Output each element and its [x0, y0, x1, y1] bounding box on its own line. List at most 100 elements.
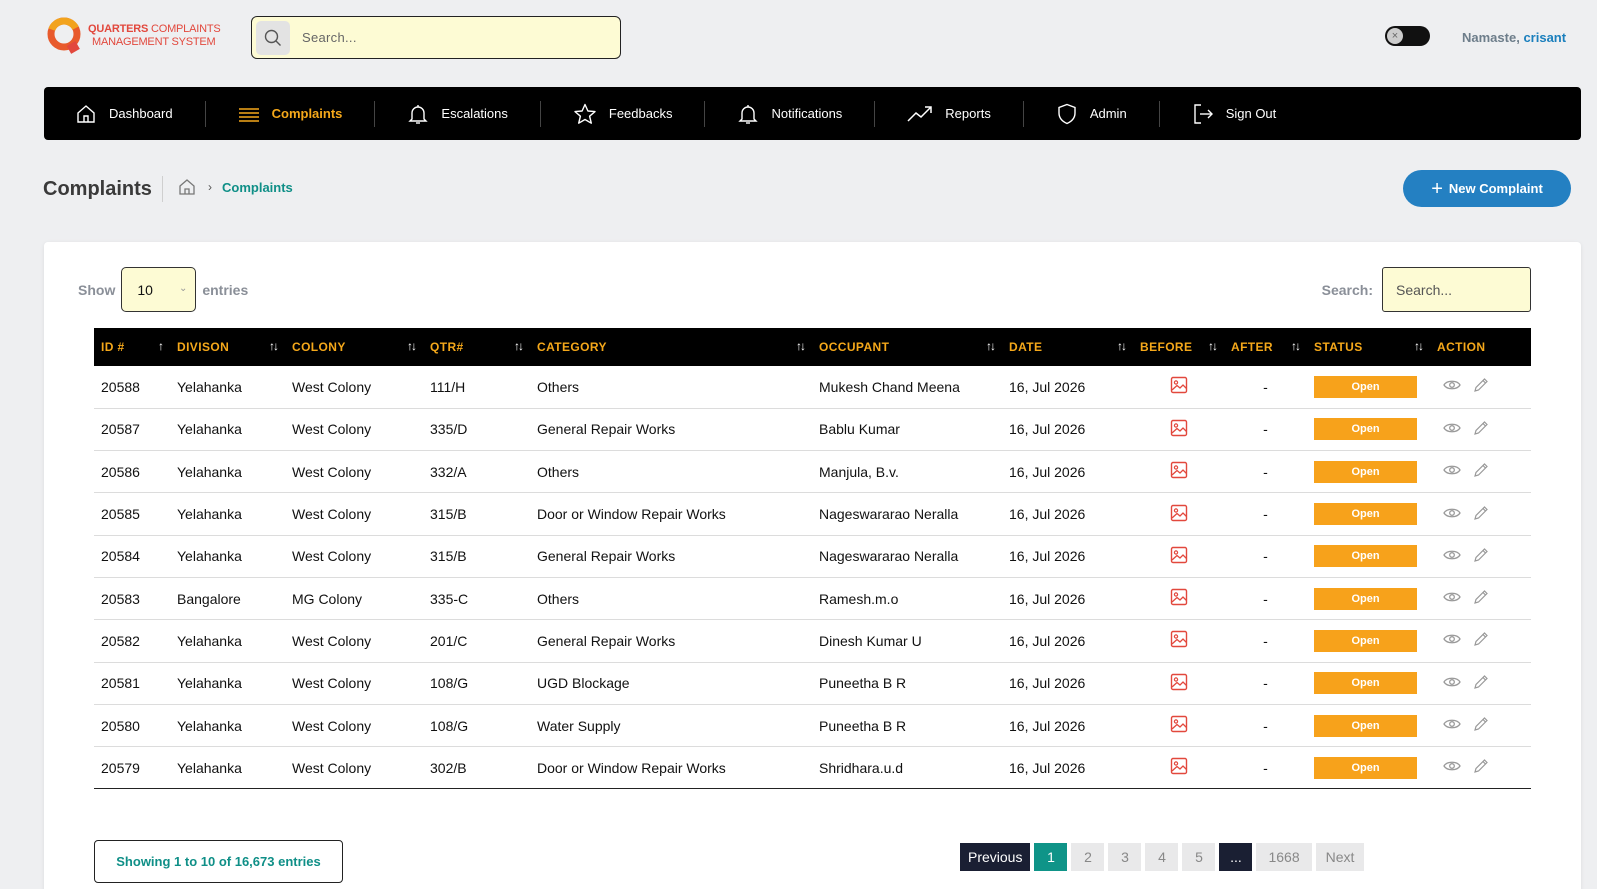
cell-after: -	[1224, 535, 1307, 578]
user-name[interactable]: crisant	[1523, 30, 1566, 45]
cell-id: 20581	[94, 662, 170, 705]
col-colony[interactable]: COLONY ↑↓	[285, 328, 423, 366]
cell-id: 20588	[94, 366, 170, 409]
view-icon[interactable]	[1443, 632, 1461, 649]
cell-occupant: Mukesh Chand Meena	[812, 366, 1002, 409]
new-complaint-button[interactable]: + New Complaint	[1403, 170, 1571, 207]
view-icon[interactable]	[1443, 548, 1461, 565]
cell-action	[1430, 535, 1531, 578]
image-icon[interactable]	[1170, 588, 1188, 609]
col-status[interactable]: STATUS ↑↓	[1307, 328, 1430, 366]
app-logo[interactable]: QUARTERS COMPLAINTS MANAGEMENT SYSTEM	[46, 17, 221, 55]
image-icon[interactable]	[1170, 630, 1188, 651]
col-division[interactable]: DIVISON ↑↓	[170, 328, 285, 366]
table-search-input[interactable]	[1382, 267, 1531, 312]
page-last[interactable]: 1668	[1256, 843, 1312, 871]
col-id[interactable]: ID # ↑	[94, 328, 170, 366]
image-icon[interactable]	[1170, 376, 1188, 397]
view-icon[interactable]	[1443, 463, 1461, 480]
edit-icon[interactable]	[1473, 505, 1489, 524]
user-greeting: Namaste, crisant	[1462, 30, 1567, 45]
status-badge: Open	[1314, 756, 1417, 779]
nav-admin[interactable]: Admin	[1024, 100, 1160, 127]
previous-button[interactable]: Previous	[960, 843, 1031, 871]
nav-notifications[interactable]: Notifications	[705, 100, 876, 127]
view-icon[interactable]	[1443, 421, 1461, 438]
cell-category: Water Supply	[530, 704, 812, 748]
col-before[interactable]: BEFORE ↑↓	[1133, 328, 1224, 366]
cell-action	[1430, 408, 1531, 452]
cell-occupant: Puneetha B R	[812, 662, 1002, 705]
sort-icon: ↑↓	[1291, 339, 1301, 353]
col-occupant[interactable]: OCCUPANT ↑↓	[812, 328, 1002, 366]
cell-date: 16, Jul 2026	[1002, 492, 1133, 536]
sort-icon: ↑↓	[514, 339, 524, 353]
table-search: Search:	[1322, 267, 1531, 312]
cell-date: 16, Jul 2026	[1002, 366, 1133, 409]
image-icon[interactable]	[1170, 419, 1188, 440]
cell-status: Open	[1307, 408, 1430, 452]
nav-dashboard[interactable]: Dashboard	[44, 100, 206, 127]
nav-escalations[interactable]: Escalations	[375, 100, 541, 127]
edit-icon[interactable]	[1473, 377, 1489, 396]
image-icon[interactable]	[1170, 504, 1188, 525]
view-icon[interactable]	[1443, 506, 1461, 523]
cell-colony: West Colony	[285, 662, 423, 705]
image-icon[interactable]	[1170, 757, 1188, 778]
home-icon[interactable]	[178, 178, 196, 196]
page-3[interactable]: 3	[1108, 843, 1142, 871]
table-row: 20584 Yelahanka West Colony 315/B Genera…	[94, 535, 1531, 578]
image-icon[interactable]	[1170, 461, 1188, 482]
edit-icon[interactable]	[1473, 674, 1489, 693]
image-icon[interactable]	[1170, 715, 1188, 736]
view-icon[interactable]	[1443, 675, 1461, 692]
col-action: ACTION	[1437, 340, 1486, 354]
nav-feedbacks[interactable]: Feedbacks	[541, 100, 706, 127]
cell-category: Door or Window Repair Works	[530, 746, 812, 790]
cell-division: Yelahanka	[170, 450, 285, 494]
search-icon[interactable]	[256, 20, 290, 55]
cell-category: Door or Window Repair Works	[530, 492, 812, 536]
edit-icon[interactable]	[1473, 631, 1489, 650]
logo-text: QUARTERS COMPLAINTS MANAGEMENT SYSTEM	[88, 23, 221, 48]
cell-occupant: Ramesh.m.o	[812, 577, 1002, 621]
image-icon[interactable]	[1170, 673, 1188, 694]
edit-icon[interactable]	[1473, 547, 1489, 566]
cell-occupant: Nageswararao Neralla	[812, 492, 1002, 536]
cell-date: 16, Jul 2026	[1002, 535, 1133, 578]
col-qtr[interactable]: QTR# ↑↓	[423, 328, 530, 366]
nav-reports[interactable]: Reports	[875, 100, 1024, 127]
cell-occupant: Nageswararao Neralla	[812, 535, 1002, 578]
nav-sign-out[interactable]: Sign Out	[1160, 101, 1309, 127]
bell-icon	[408, 104, 429, 124]
page-1[interactable]: 1	[1034, 843, 1068, 871]
sort-icon: ↑↓	[1208, 339, 1218, 353]
col-category[interactable]: CATEGORY ↑↓	[530, 328, 812, 366]
cell-division: Yelahanka	[170, 535, 285, 578]
col-after[interactable]: AFTER ↑↓	[1224, 328, 1307, 366]
global-search-input[interactable]	[302, 30, 582, 45]
cell-before	[1133, 662, 1224, 705]
view-icon[interactable]	[1443, 378, 1461, 395]
status-badge: Open	[1314, 418, 1417, 441]
edit-icon[interactable]	[1473, 462, 1489, 481]
nav-complaints[interactable]: Complaints	[206, 100, 376, 127]
cell-division: Yelahanka	[170, 366, 285, 409]
edit-icon[interactable]	[1473, 589, 1489, 608]
col-date[interactable]: DATE ↑↓	[1002, 328, 1133, 366]
edit-icon[interactable]	[1473, 420, 1489, 439]
entries-select[interactable]: 10 ⌄	[121, 267, 197, 312]
page-2[interactable]: 2	[1071, 843, 1105, 871]
page-5[interactable]: 5	[1182, 843, 1216, 871]
star-icon	[574, 103, 596, 124]
edit-icon[interactable]	[1473, 758, 1489, 777]
image-icon[interactable]	[1170, 546, 1188, 567]
view-icon[interactable]	[1443, 759, 1461, 776]
cell-qtr: 108/G	[423, 662, 530, 705]
page-4[interactable]: 4	[1145, 843, 1179, 871]
view-icon[interactable]	[1443, 717, 1461, 734]
edit-icon[interactable]	[1473, 716, 1489, 735]
view-icon[interactable]	[1443, 590, 1461, 607]
next-button[interactable]: Next	[1315, 843, 1365, 871]
theme-toggle[interactable]: ×	[1385, 26, 1430, 46]
